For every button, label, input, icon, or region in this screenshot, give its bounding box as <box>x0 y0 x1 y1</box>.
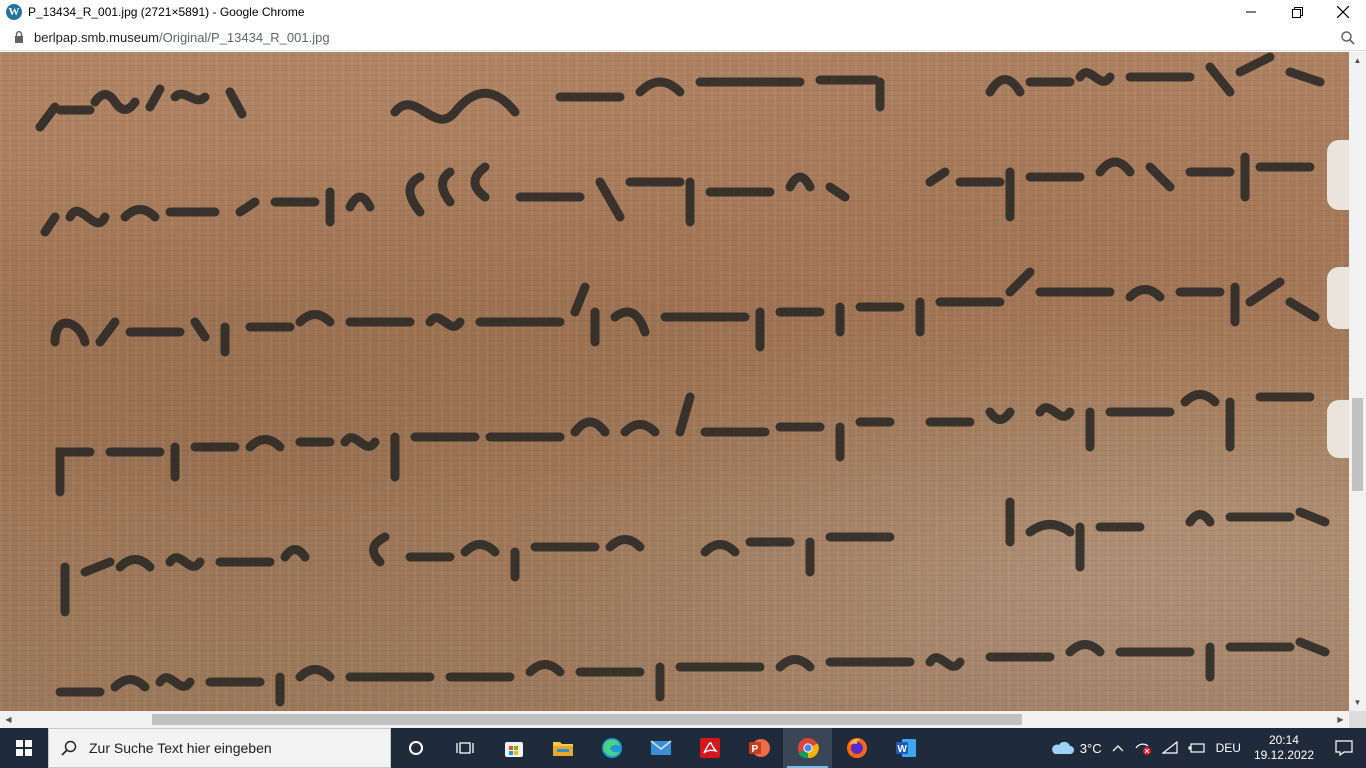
microsoft-store-button[interactable] <box>489 728 538 768</box>
wifi-button[interactable] <box>1157 728 1183 768</box>
lock-icon[interactable] <box>12 30 26 44</box>
task-view-button[interactable] <box>440 728 489 768</box>
scroll-left-arrow[interactable]: ◀ <box>0 711 17 728</box>
horizontal-scroll-thumb[interactable] <box>152 714 1022 725</box>
wordpress-icon: W <box>6 4 22 20</box>
minimize-icon <box>1246 11 1256 13</box>
weather-temp: 3°C <box>1079 740 1102 756</box>
show-hidden-icons-button[interactable] <box>1107 728 1129 768</box>
battery-icon <box>1188 743 1205 753</box>
chevron-up-icon <box>1112 745 1124 752</box>
word-icon: W <box>895 739 916 757</box>
clock-date: 19.12.2022 <box>1253 748 1314 762</box>
image-viewport[interactable] <box>0 52 1349 711</box>
task-view-icon <box>455 742 474 754</box>
windows-icon <box>16 740 32 756</box>
acrobat-button[interactable] <box>685 728 734 768</box>
network-error-icon <box>1135 743 1151 755</box>
title-bar: W P_13434_R_001.jpg (2721×5891) - Google… <box>0 0 1366 24</box>
firefox-icon <box>846 738 867 758</box>
cloud-icon <box>1051 741 1074 754</box>
taskbar-search[interactable]: Zur Suche Text hier eingeben <box>48 728 391 768</box>
battery-button[interactable] <box>1183 728 1211 768</box>
firefox-button[interactable] <box>832 728 881 768</box>
papyrus-script <box>35 52 1330 707</box>
clock-time: 20:14 <box>1268 733 1299 747</box>
url-host: berlpap.smb.museum <box>34 29 159 45</box>
restore-icon <box>1291 6 1303 18</box>
taskbar: Zur Suche Text hier eingeben P W 3°C DEU… <box>0 728 1366 768</box>
svg-text:P: P <box>751 744 758 755</box>
notification-icon <box>1335 740 1353 756</box>
word-button[interactable]: W <box>881 728 930 768</box>
url-text[interactable]: berlpap.smb.museum/Original/P_13434_R_00… <box>34 30 330 45</box>
close-button[interactable] <box>1320 0 1366 24</box>
system-tray: 3°C DEU 20:14 19.12.2022 <box>1045 728 1366 768</box>
window-title: P_13434_R_001.jpg (2721×5891) - Google C… <box>28 5 305 19</box>
language-indicator[interactable]: DEU <box>1211 728 1246 768</box>
search-icon <box>49 740 89 756</box>
edge-icon <box>601 738 622 758</box>
chrome-button[interactable] <box>783 728 832 768</box>
svg-text:W: W <box>897 744 907 755</box>
scroll-up-arrow[interactable]: ▲ <box>1349 52 1366 69</box>
weather-widget[interactable]: 3°C <box>1045 728 1107 768</box>
powerpoint-icon: P <box>748 739 770 757</box>
cortana-icon <box>408 741 423 755</box>
network-status-button[interactable] <box>1129 728 1157 768</box>
url-path: /Original/P_13434_R_001.jpg <box>159 29 330 45</box>
restore-button[interactable] <box>1274 0 1320 24</box>
vertical-scrollbar[interactable]: ▲ ▼ <box>1349 52 1366 711</box>
scroll-down-arrow[interactable]: ▼ <box>1349 694 1366 711</box>
file-explorer-icon <box>552 742 573 756</box>
scrollbar-corner <box>1349 711 1366 728</box>
mail-button[interactable] <box>636 728 685 768</box>
cortana-button[interactable] <box>391 728 440 768</box>
file-explorer-button[interactable] <box>538 728 587 768</box>
language-label: DEU <box>1215 741 1241 755</box>
wifi-icon <box>1161 741 1178 754</box>
start-button[interactable] <box>0 728 48 768</box>
horizontal-scrollbar[interactable]: ◀ ▶ <box>0 711 1349 728</box>
scroll-right-arrow[interactable]: ▶ <box>1332 711 1349 728</box>
powerpoint-button[interactable]: P <box>734 728 783 768</box>
chrome-icon <box>797 737 819 759</box>
address-bar[interactable]: berlpap.smb.museum/Original/P_13434_R_00… <box>0 24 1366 51</box>
minimize-button[interactable] <box>1228 0 1274 24</box>
vertical-scroll-thumb[interactable] <box>1352 398 1363 491</box>
mail-icon <box>650 740 671 755</box>
search-placeholder: Zur Suche Text hier eingeben <box>89 740 272 756</box>
microsoft-store-icon <box>504 742 523 757</box>
acrobat-icon <box>699 738 720 758</box>
window-controls <box>1228 0 1366 24</box>
notification-button[interactable] <box>1322 728 1366 768</box>
clock[interactable]: 20:14 19.12.2022 <box>1246 733 1322 763</box>
zoom-icon[interactable] <box>1340 30 1356 46</box>
close-icon <box>1337 6 1349 18</box>
edge-button[interactable] <box>587 728 636 768</box>
